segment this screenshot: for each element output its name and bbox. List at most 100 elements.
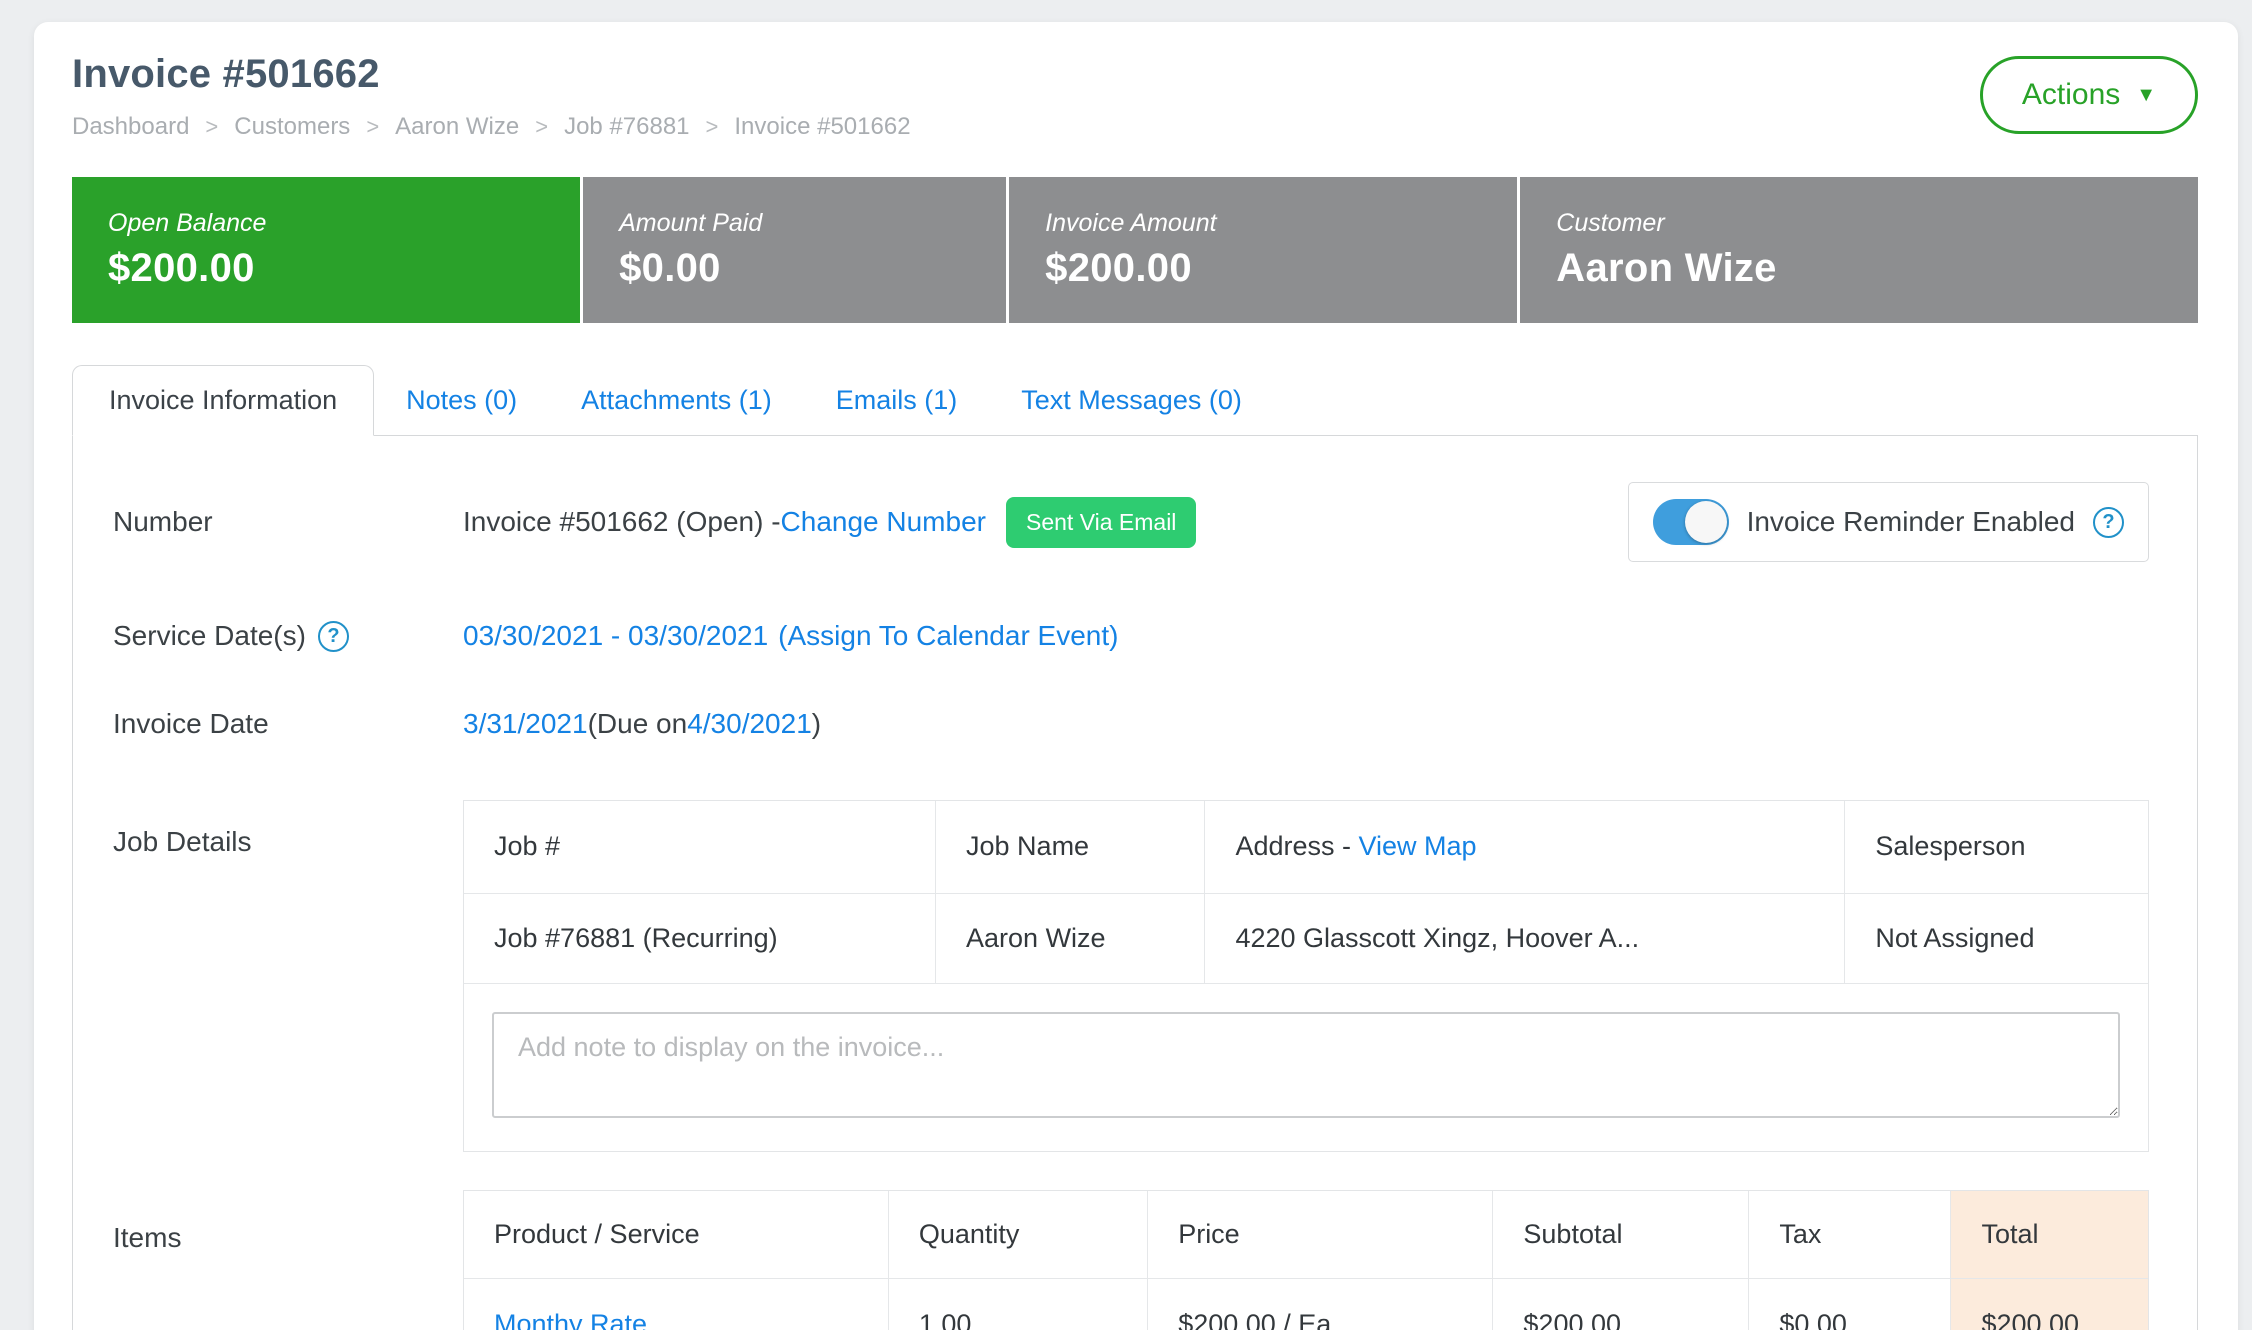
invoice-information-panel: Number Invoice #501662 (Open) - Change N…	[72, 435, 2198, 1330]
job-details-row: Job Details Job # Job Name Address - Vie…	[113, 800, 2149, 1152]
address-header: Address - View Map	[1205, 801, 1845, 893]
invoice-date-row: Invoice Date 3/31/2021 (Due on 4/30/2021…	[113, 708, 2149, 740]
breadcrumb-dashboard[interactable]: Dashboard	[72, 113, 189, 141]
job-details-box: Job # Job Name Address - View Map Salesp…	[463, 800, 2149, 1152]
item-quantity-cell: 1.00	[888, 1279, 1147, 1330]
service-dates-row: Service Date(s) ? 03/30/2021 - 03/30/202…	[113, 620, 2149, 652]
open-balance-card: Open Balance $200.00	[72, 177, 580, 323]
service-date-range-link[interactable]: 03/30/2021 - 03/30/2021	[463, 620, 768, 652]
item-tax-cell: $0.00	[1749, 1279, 1951, 1330]
help-icon[interactable]: ?	[2093, 507, 2124, 538]
page-title: Invoice #501662	[72, 52, 911, 97]
item-product-link[interactable]: Monthy Rate	[494, 1309, 647, 1330]
caret-down-icon: ▼	[2136, 85, 2156, 105]
number-label: Number	[113, 506, 463, 538]
service-dates-label: Service Date(s)	[113, 620, 306, 652]
help-icon[interactable]: ?	[318, 621, 349, 652]
subtotal-header: Subtotal	[1493, 1191, 1749, 1279]
item-subtotal-cell: $200.00	[1493, 1279, 1749, 1330]
customer-label: Customer	[1556, 209, 2198, 238]
price-header: Price	[1148, 1191, 1493, 1279]
salesperson-header: Salesperson	[1845, 801, 2148, 893]
tab-notes[interactable]: Notes (0)	[374, 365, 549, 435]
number-value: Invoice #501662 (Open) - Change Number S…	[463, 497, 1628, 548]
breadcrumb-job[interactable]: Job #76881	[564, 113, 689, 141]
actions-button[interactable]: Actions ▼	[1980, 56, 2198, 134]
total-header: Total	[1951, 1191, 2148, 1279]
service-dates-value: 03/30/2021 - 03/30/2021 (Assign To Calen…	[463, 620, 2149, 652]
item-row: Monthy Rate 1.00 $200.00 / Ea $200.00 $0…	[464, 1279, 2148, 1330]
change-number-link[interactable]: Change Number	[781, 506, 986, 538]
job-table-row: Job #76881 (Recurring) Aaron Wize 4220 G…	[464, 893, 2148, 983]
invoice-reminder-label: Invoice Reminder Enabled	[1747, 506, 2075, 538]
item-price-cell: $200.00 / Ea	[1148, 1279, 1493, 1330]
toggle-knob-icon	[1685, 501, 1727, 543]
due-on-text: (Due on	[588, 708, 688, 740]
job-table-header-row: Job # Job Name Address - View Map Salesp…	[464, 801, 2148, 893]
page-header: Invoice #501662 Dashboard > Customers > …	[72, 52, 2198, 141]
tab-emails[interactable]: Emails (1)	[804, 365, 990, 435]
invoice-date-link[interactable]: 3/31/2021	[463, 708, 588, 740]
page: Invoice #501662 Dashboard > Customers > …	[0, 0, 2252, 1330]
breadcrumb-customers[interactable]: Customers	[234, 113, 350, 141]
quantity-header: Quantity	[888, 1191, 1147, 1279]
items-label: Items	[113, 1190, 463, 1254]
number-row: Number Invoice #501662 (Open) - Change N…	[113, 482, 2149, 562]
amount-paid-card: Amount Paid $0.00	[583, 177, 1006, 323]
items-header-row: Product / Service Quantity Price Subtota…	[464, 1191, 2148, 1279]
job-name-header: Job Name	[936, 801, 1205, 893]
tab-attachments[interactable]: Attachments (1)	[549, 365, 804, 435]
invoice-note-wrap	[464, 984, 2148, 1151]
actions-button-label: Actions	[2022, 78, 2120, 112]
breadcrumb-current-invoice: Invoice #501662	[734, 113, 910, 141]
product-service-header: Product / Service	[464, 1191, 888, 1279]
sent-via-email-badge: Sent Via Email	[1006, 497, 1196, 548]
job-details-table: Job # Job Name Address - View Map Salesp…	[464, 801, 2148, 984]
view-map-link[interactable]: View Map	[1359, 831, 1477, 861]
tab-bar: Invoice Information Notes (0) Attachment…	[72, 363, 2198, 435]
items-row: Items Product / Service Quantity Price S…	[113, 1190, 2149, 1330]
invoice-reminder-box: Invoice Reminder Enabled ?	[1628, 482, 2149, 562]
open-balance-value: $200.00	[108, 246, 580, 291]
customer-value: Aaron Wize	[1556, 246, 2198, 291]
breadcrumb-separator-icon: >	[706, 114, 719, 140]
invoice-date-value: 3/31/2021 (Due on 4/30/2021 )	[463, 708, 2149, 740]
invoice-reminder-toggle[interactable]	[1653, 499, 1729, 545]
amount-paid-value: $0.00	[619, 246, 1006, 291]
items-box: Product / Service Quantity Price Subtota…	[463, 1190, 2149, 1330]
breadcrumb-separator-icon: >	[366, 114, 379, 140]
invoice-amount-value: $200.00	[1045, 246, 1517, 291]
job-details-label: Job Details	[113, 800, 463, 858]
address-cell: 4220 Glasscott Xingz, Hoover A...	[1205, 893, 1845, 983]
amount-paid-label: Amount Paid	[619, 209, 1006, 238]
invoice-detail-card: Invoice #501662 Dashboard > Customers > …	[34, 22, 2238, 1330]
invoice-amount-card: Invoice Amount $200.00	[1009, 177, 1517, 323]
open-balance-label: Open Balance	[108, 209, 580, 238]
invoice-amount-label: Invoice Amount	[1045, 209, 1517, 238]
invoice-number-text: Invoice #501662 (Open) -	[463, 506, 781, 538]
breadcrumb-customer-name[interactable]: Aaron Wize	[395, 113, 519, 141]
job-name-cell: Aaron Wize	[936, 893, 1205, 983]
tab-text-messages[interactable]: Text Messages (0)	[989, 365, 1274, 435]
breadcrumb: Dashboard > Customers > Aaron Wize > Job…	[72, 113, 911, 141]
breadcrumb-separator-icon: >	[205, 114, 218, 140]
item-product-cell: Monthy Rate	[464, 1279, 888, 1330]
items-table: Product / Service Quantity Price Subtota…	[464, 1191, 2148, 1330]
breadcrumb-separator-icon: >	[535, 114, 548, 140]
address-header-text: Address -	[1235, 831, 1358, 861]
invoice-date-label: Invoice Date	[113, 708, 463, 740]
due-date-link[interactable]: 4/30/2021	[687, 708, 812, 740]
summary-cards: Open Balance $200.00 Amount Paid $0.00 I…	[72, 177, 2198, 323]
invoice-note-input[interactable]	[492, 1012, 2120, 1118]
job-number-cell: Job #76881 (Recurring)	[464, 893, 936, 983]
due-on-close-paren: )	[812, 708, 821, 740]
customer-card: Customer Aaron Wize	[1520, 177, 2198, 323]
tab-invoice-information[interactable]: Invoice Information	[72, 365, 374, 436]
salesperson-cell: Not Assigned	[1845, 893, 2148, 983]
service-dates-label-group: Service Date(s) ?	[113, 620, 463, 652]
assign-to-calendar-event-link[interactable]: (Assign To Calendar Event)	[778, 620, 1118, 652]
item-total-cell: $200.00	[1951, 1279, 2148, 1330]
title-breadcrumb-group: Invoice #501662 Dashboard > Customers > …	[72, 52, 911, 141]
tax-header: Tax	[1749, 1191, 1951, 1279]
job-number-header: Job #	[464, 801, 936, 893]
